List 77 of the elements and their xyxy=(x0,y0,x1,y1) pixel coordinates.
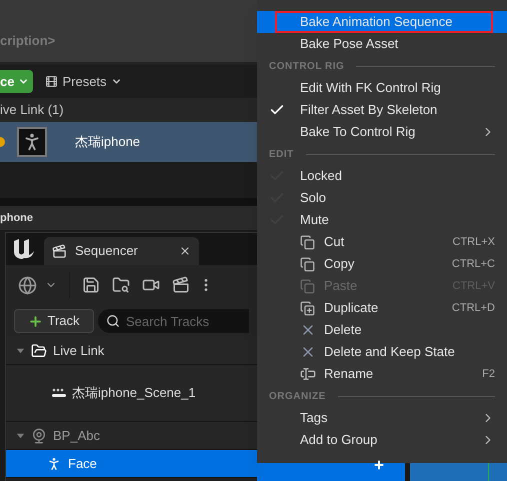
track-row[interactable]: 杰瑞iphone_Scene_1 xyxy=(6,365,257,422)
subject-row[interactable]: 杰瑞iphone xyxy=(0,122,257,162)
menu-item-label: Tags xyxy=(300,409,328,428)
actor-icon xyxy=(31,428,47,444)
menu-item-label: Bake Pose Asset xyxy=(300,35,400,54)
menu-item-label: Copy xyxy=(324,255,356,274)
description-placeholder: cription> xyxy=(0,32,56,50)
menu-item[interactable]: Solo xyxy=(257,187,507,209)
source-button[interactable]: ce xyxy=(0,70,34,93)
menu-item-label: Locked xyxy=(300,167,343,186)
menu-item-label: Rename xyxy=(324,365,374,384)
menu-item[interactable]: Delete and Keep State xyxy=(257,341,507,363)
track-label: Live Link xyxy=(53,342,104,360)
subject-details-header: phone xyxy=(0,210,33,226)
menu-item[interactable]: Add to Group xyxy=(257,429,507,451)
track-label: 杰瑞iphone_Scene_1 xyxy=(72,384,196,402)
track-icon xyxy=(52,387,66,399)
close-icon[interactable] xyxy=(179,245,191,257)
expand-caret-icon[interactable] xyxy=(16,431,25,440)
menu-item-label: Cut xyxy=(324,233,346,252)
menu-item-label: Bake To Control Rig xyxy=(300,123,416,142)
sequencer-tab[interactable]: Sequencer xyxy=(44,237,199,265)
menu-item-label: Filter Asset By Skeleton xyxy=(300,101,438,120)
menu-item[interactable]: Rename F2 xyxy=(257,363,507,385)
globe-icon[interactable] xyxy=(18,276,37,294)
film-icon xyxy=(45,75,58,88)
search-icon xyxy=(106,314,120,328)
copy-icon xyxy=(300,256,315,272)
menu-item-label: Duplicate xyxy=(324,299,380,318)
menu-item[interactable]: Bake Pose Asset xyxy=(257,33,507,55)
menu-item[interactable]: Locked xyxy=(257,165,507,187)
menu-section-header: EDIT xyxy=(269,148,294,162)
shortcut-label: F2 xyxy=(482,366,495,382)
add-key-icon[interactable] xyxy=(373,459,385,471)
add-track-button[interactable]: Track xyxy=(14,309,94,333)
menu-item[interactable]: Copy CTRL+C xyxy=(257,253,507,275)
menu-item[interactable]: Bake To Control Rig xyxy=(257,121,507,143)
plus-icon xyxy=(28,314,44,328)
menu-item[interactable]: Duplicate CTRL+D xyxy=(257,297,507,319)
menu-item-label: Solo xyxy=(300,189,328,208)
menu-item-label: Edit With FK Control Rig xyxy=(300,79,442,98)
menu-item-label: Delete xyxy=(324,321,363,340)
paste-icon xyxy=(300,278,315,294)
menu-item[interactable]: Delete xyxy=(257,319,507,341)
menu-section-header: CONTROL RIG xyxy=(269,60,344,74)
menu-item-label: Delete and Keep State xyxy=(324,343,456,362)
folder-search-icon[interactable] xyxy=(112,276,130,294)
duplicate-icon xyxy=(300,300,315,316)
clapperboard-icon xyxy=(52,244,67,258)
clapperboard-icon[interactable] xyxy=(172,276,190,294)
track-row[interactable]: Live Link xyxy=(6,337,257,365)
expand-caret-icon[interactable] xyxy=(16,346,25,355)
track-row[interactable]: Face xyxy=(6,450,257,478)
subject-list-header: ive Link (1) xyxy=(0,101,64,120)
presets-button[interactable]: Presets xyxy=(45,72,122,92)
save-icon[interactable] xyxy=(82,276,100,294)
menu-item[interactable]: Filter Asset By Skeleton xyxy=(257,99,507,121)
track-label: Face xyxy=(68,454,97,473)
menu-section-header: ORGANIZE xyxy=(269,390,326,404)
folder-icon xyxy=(31,342,47,358)
menu-item[interactable]: Cut CTRL+X xyxy=(257,231,507,253)
menu-item-label: Mute xyxy=(300,211,330,230)
shortcut-label: CTRL+X xyxy=(452,234,495,250)
menu-item-label: Add to Group xyxy=(300,431,378,450)
rename-icon xyxy=(300,366,316,382)
track-row[interactable]: BP_Abc xyxy=(6,422,257,450)
subject-name: 杰瑞iphone xyxy=(75,133,140,152)
shortcut-label: CTRL+C xyxy=(452,256,495,272)
menu-item[interactable]: Edit With FK Control Rig xyxy=(257,77,507,99)
menu-item-label: Bake Animation Sequence xyxy=(300,13,454,32)
menu-item[interactable]: Mute xyxy=(257,209,507,231)
menu-item[interactable]: Tags xyxy=(257,407,507,429)
search-field[interactable]: Search Tracks xyxy=(98,309,249,333)
menu-item[interactable]: Bake Animation Sequence xyxy=(257,11,507,33)
track-label: BP_Abc xyxy=(53,426,100,445)
mannequin-thumbnail-icon xyxy=(17,127,47,157)
shortcut-label: CTRL+D xyxy=(452,300,495,316)
